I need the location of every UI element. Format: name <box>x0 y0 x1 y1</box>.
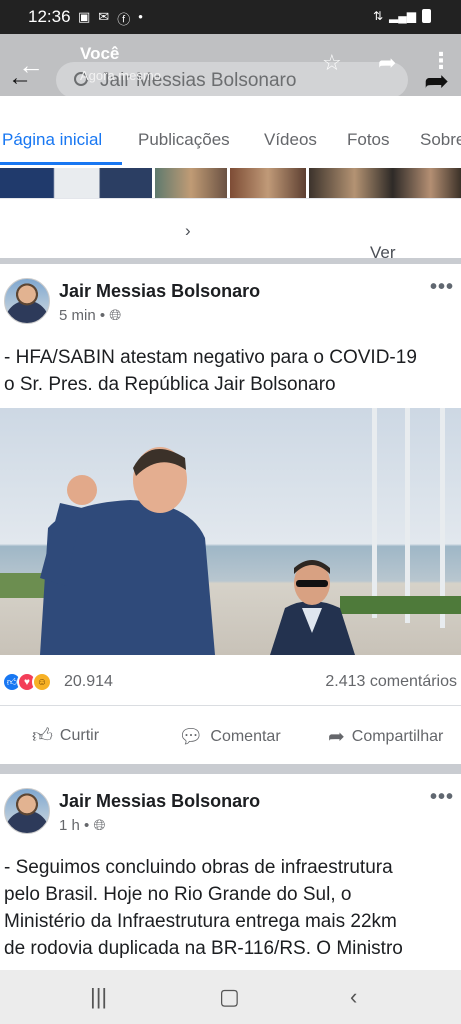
tab-posts[interactable]: Publicações <box>138 130 230 150</box>
post-card: Jair Messias Bolsonaro 1 h • 🌐︎ ••• - Se… <box>0 774 461 970</box>
comment-icon: 💬︎ <box>178 726 204 748</box>
thumbs-up-icon: 👍︎ <box>32 725 53 747</box>
back-nav-icon[interactable]: ‹ <box>350 984 357 1010</box>
tab-photos[interactable]: Fotos <box>347 130 390 150</box>
comment-label: Comentar <box>210 727 281 745</box>
globe-icon: 🌐︎ <box>93 817 106 834</box>
more-options-icon[interactable]: ••• <box>430 786 454 809</box>
haha-reaction-icon: ☺ <box>32 672 52 692</box>
like-button[interactable]: 👍︎ Curtir <box>32 724 99 748</box>
tab-videos[interactable]: Vídeos <box>264 130 317 150</box>
reaction-icons[interactable]: 👍︎ ♥ ☺ <box>2 672 52 692</box>
photo-thumbnail[interactable] <box>309 168 461 198</box>
recent-apps-icon[interactable]: ||| <box>90 984 107 1010</box>
like-label: Curtir <box>59 727 100 744</box>
signal-icon: ▂▄▆ <box>389 9 416 23</box>
photo-thumbnail[interactable] <box>0 168 152 198</box>
post-text-line: o Sr. Pres. da República Jair Bolsonaro <box>4 374 336 395</box>
see-all-row[interactable]: Ver tudo › <box>0 198 461 282</box>
post-text-line: Ministério da Infraestrutura entrega mai… <box>4 911 397 932</box>
post-author[interactable]: Jair Messias Bolsonaro <box>59 281 260 302</box>
tab-about[interactable]: Sobre <box>420 130 461 150</box>
globe-icon: 🌐︎ <box>109 307 122 324</box>
more-options-icon[interactable]: ••• <box>430 276 454 299</box>
app-header: ← Jair Messias Bolsonaro ➦ ← Você Agora … <box>0 34 461 98</box>
header-title: Você <box>80 44 120 63</box>
back-arrow-icon[interactable]: ← <box>18 50 44 81</box>
post-actions: 👍︎ Curtir 💬︎ Comentar ➦ Compartilhar <box>0 705 461 763</box>
dot-icon: • <box>138 9 143 24</box>
reactions-count[interactable]: 20.914 <box>64 673 113 691</box>
more-vertical-icon[interactable]: ⋮ <box>430 48 452 74</box>
post-text-line: de rodovia duplicada na BR-116/RS. O Min… <box>4 938 403 959</box>
star-icon[interactable]: ☆ <box>322 50 342 76</box>
header-subtitle: Agora mesmo <box>80 68 161 83</box>
post-time: 5 min <box>59 307 96 324</box>
home-icon[interactable]: ▢ <box>219 984 240 1010</box>
avatar[interactable] <box>4 278 50 324</box>
photo-thumbnail[interactable] <box>230 168 306 198</box>
mail-icon: ✉ <box>98 9 110 24</box>
share-icon[interactable]: ➦ <box>378 50 396 76</box>
status-time: 12:36 <box>28 7 71 26</box>
photo-strip <box>0 168 461 198</box>
battery-icon <box>422 9 431 23</box>
post-text-line: pelo Brasil. Hoje no Rio Grande do Sul, … <box>4 884 352 905</box>
post-author[interactable]: Jair Messias Bolsonaro <box>59 791 260 812</box>
active-tab-indicator <box>0 162 122 165</box>
comments-count[interactable]: 2.413 comentários <box>325 673 457 691</box>
comment-button[interactable]: 💬︎ Comentar <box>178 724 281 749</box>
post-photo-illustration <box>0 408 461 655</box>
facebook-icon: ⓕ <box>117 12 131 27</box>
gallery-icon: ▣ <box>78 9 91 24</box>
tab-home[interactable]: Página inicial <box>2 130 102 150</box>
photo-thumbnail[interactable] <box>155 168 227 198</box>
post-text-line: - Seguimos concluindo obras de infraestr… <box>4 857 393 878</box>
share-label: Compartilhar <box>351 727 444 745</box>
post-photo[interactable] <box>0 408 461 655</box>
page-tabs: Página inicial Publicações Vídeos Fotos … <box>0 96 461 168</box>
share-arrow-icon: ➦ <box>328 726 345 748</box>
status-bar: 12:36 ▣ ✉ ⓕ • ⇅ ▂▄▆ <box>0 0 461 34</box>
post-text-line: - HFA/SABIN atestam negativo para o COVI… <box>4 347 417 368</box>
chevron-right-icon: › <box>185 221 191 240</box>
avatar[interactable] <box>4 788 50 834</box>
system-nav-bar: ||| ▢ ‹ <box>0 970 461 1024</box>
share-button[interactable]: ➦ Compartilhar <box>328 724 443 749</box>
data-icon: ⇅ <box>372 9 384 23</box>
post-time: 1 h <box>59 817 80 834</box>
